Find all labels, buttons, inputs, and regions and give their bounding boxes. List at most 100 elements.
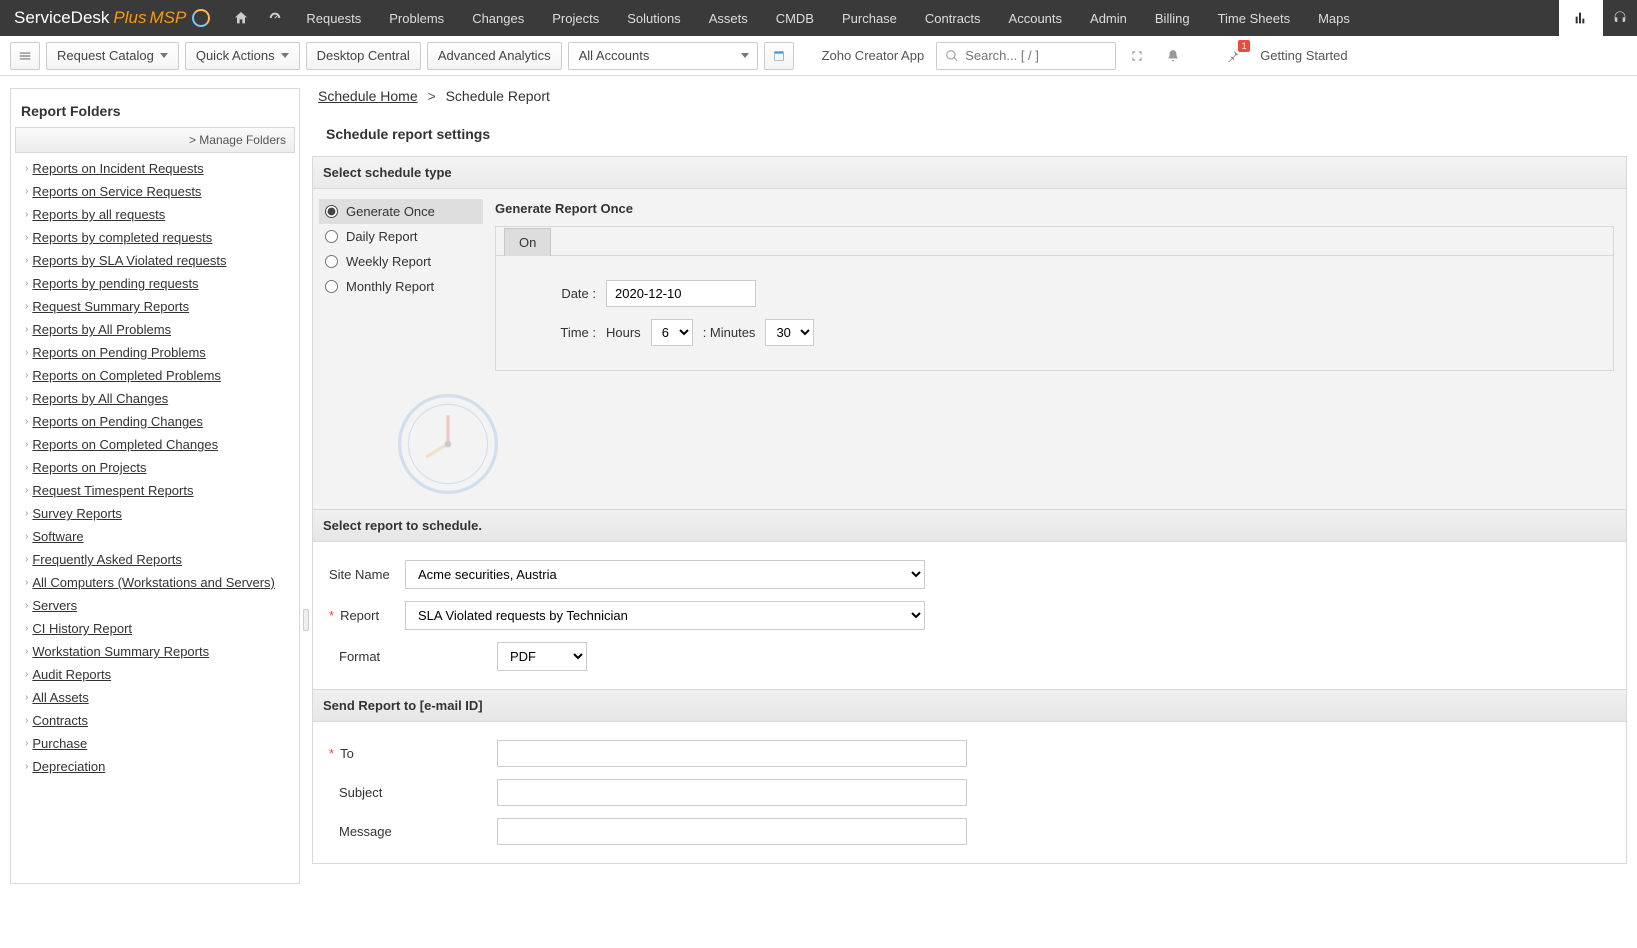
on-tab[interactable]: On: [504, 228, 551, 256]
brand-main: ServiceDesk: [14, 8, 109, 28]
folder-link[interactable]: Reports by pending requests: [32, 276, 198, 291]
chevron-right-icon: ›: [25, 324, 28, 335]
brand-msp: MSP: [150, 8, 187, 28]
split-drag-handle[interactable]: [300, 356, 312, 884]
radio-input[interactable]: [325, 280, 338, 293]
topnav-item-requests[interactable]: Requests: [292, 0, 375, 36]
folder-link[interactable]: All Computers (Workstations and Servers): [32, 575, 275, 590]
folder-item: ›Reports on Completed Problems: [15, 364, 295, 387]
subject-input[interactable]: [497, 779, 967, 806]
folder-link[interactable]: Request Timespent Reports: [32, 483, 193, 498]
zoho-creator-link[interactable]: Zoho Creator App: [816, 48, 931, 63]
schedule-type-radio-weekly-report[interactable]: Weekly Report: [319, 249, 483, 274]
topnav-item-cmdb[interactable]: CMDB: [762, 0, 828, 36]
bell-icon[interactable]: [1158, 42, 1188, 70]
chevron-right-icon: ›: [25, 393, 28, 404]
site-name-select[interactable]: Acme securities, Austria: [405, 560, 925, 589]
folder-link[interactable]: Frequently Asked Reports: [32, 552, 182, 567]
radio-input[interactable]: [325, 255, 338, 268]
folder-item: ›Reports on Pending Problems: [15, 341, 295, 364]
folder-link[interactable]: Reports on Projects: [32, 460, 146, 475]
to-input[interactable]: [497, 740, 967, 767]
manage-folders-button[interactable]: > Manage Folders: [15, 127, 295, 153]
topnav-item-admin[interactable]: Admin: [1076, 0, 1141, 36]
folder-link[interactable]: Audit Reports: [32, 667, 111, 682]
folder-link[interactable]: Contracts: [32, 713, 88, 728]
folder-item: ›Reports by SLA Violated requests: [15, 249, 295, 272]
folder-link[interactable]: Purchase: [32, 736, 87, 751]
scanner-icon[interactable]: [1122, 42, 1152, 70]
message-label: Message: [321, 824, 393, 839]
schedule-type-radio-generate-once[interactable]: Generate Once: [319, 199, 483, 224]
folder-link[interactable]: Reports on Completed Changes: [32, 437, 218, 452]
folder-link[interactable]: CI History Report: [32, 621, 132, 636]
date-input[interactable]: [606, 280, 756, 307]
topnav-item-accounts[interactable]: Accounts: [995, 0, 1076, 36]
dashboard-icon[interactable]: [258, 0, 292, 36]
topnav-item-assets[interactable]: Assets: [695, 0, 762, 36]
topnav-item-purchase[interactable]: Purchase: [828, 0, 911, 36]
folder-link[interactable]: Reports on Completed Problems: [32, 368, 221, 383]
headset-icon[interactable]: [1603, 0, 1637, 36]
chevron-right-icon: ›: [25, 301, 28, 312]
folder-item: ›Contracts: [15, 709, 295, 732]
topnav-item-problems[interactable]: Problems: [375, 0, 458, 36]
message-input[interactable]: [497, 818, 967, 845]
topnav-item-projects[interactable]: Projects: [538, 0, 613, 36]
chevron-right-icon: ›: [25, 738, 28, 749]
folder-link[interactable]: Request Summary Reports: [32, 299, 189, 314]
topnav-item-solutions[interactable]: Solutions: [613, 0, 694, 36]
folder-link[interactable]: Reports on Service Requests: [32, 184, 201, 199]
folder-link[interactable]: Reports by completed requests: [32, 230, 212, 245]
chevron-right-icon: ›: [25, 485, 28, 496]
topnav-item-time-sheets[interactable]: Time Sheets: [1204, 0, 1305, 36]
breadcrumb-home-link[interactable]: Schedule Home: [318, 88, 418, 104]
folder-link[interactable]: Reports by all requests: [32, 207, 165, 222]
topnav-item-billing[interactable]: Billing: [1141, 0, 1204, 36]
calendar-icon-button[interactable]: [764, 42, 794, 70]
subject-label: Subject: [321, 785, 393, 800]
topnav-item-contracts[interactable]: Contracts: [911, 0, 995, 36]
hours-select[interactable]: 6: [651, 319, 693, 346]
pin-icon[interactable]: 1: [1218, 42, 1248, 70]
radio-input[interactable]: [325, 205, 338, 218]
folder-link[interactable]: Depreciation: [32, 759, 105, 774]
desktop-central-button[interactable]: Desktop Central: [306, 42, 421, 70]
radio-input[interactable]: [325, 230, 338, 243]
schedule-type-radio-daily-report[interactable]: Daily Report: [319, 224, 483, 249]
folder-link[interactable]: Workstation Summary Reports: [32, 644, 209, 659]
schedule-type-radio-monthly-report[interactable]: Monthly Report: [319, 274, 483, 299]
reports-tab-icon[interactable]: [1559, 0, 1603, 36]
quick-actions-button[interactable]: Quick Actions: [185, 42, 300, 70]
folder-link[interactable]: Reports by All Changes: [32, 391, 168, 406]
folder-link[interactable]: Software: [32, 529, 83, 544]
folder-link[interactable]: Reports on Pending Problems: [32, 345, 205, 360]
report-select[interactable]: SLA Violated requests by Technician: [405, 601, 925, 630]
format-select[interactable]: PDF: [497, 642, 587, 671]
request-catalog-button[interactable]: Request Catalog: [46, 42, 179, 70]
folder-link[interactable]: Survey Reports: [32, 506, 122, 521]
radio-label: Monthly Report: [346, 279, 434, 294]
chevron-right-icon: ›: [25, 577, 28, 588]
menu-icon-button[interactable]: [10, 42, 40, 70]
folder-link[interactable]: Reports by All Problems: [32, 322, 171, 337]
home-icon[interactable]: [224, 0, 258, 36]
folder-link[interactable]: Reports by SLA Violated requests: [32, 253, 226, 268]
folder-link[interactable]: Servers: [32, 598, 77, 613]
folder-link[interactable]: Reports on Pending Changes: [32, 414, 203, 429]
getting-started-link[interactable]: Getting Started: [1254, 48, 1353, 63]
folder-item: ›Software: [15, 525, 295, 548]
topnav-item-changes[interactable]: Changes: [458, 0, 538, 36]
folder-link[interactable]: All Assets: [32, 690, 88, 705]
accounts-select[interactable]: All Accounts: [568, 42, 758, 70]
chevron-down-icon: [160, 53, 168, 58]
advanced-analytics-button[interactable]: Advanced Analytics: [427, 42, 562, 70]
folder-link[interactable]: Reports on Incident Requests: [32, 161, 203, 176]
search-box[interactable]: [936, 42, 1116, 70]
quick-actions-label: Quick Actions: [196, 48, 275, 63]
search-input[interactable]: [965, 48, 1095, 63]
minutes-select[interactable]: 30: [765, 319, 814, 346]
folder-item: ›Depreciation: [15, 755, 295, 778]
topnav-item-maps[interactable]: Maps: [1304, 0, 1364, 36]
folder-item: › Reports by All Problems: [15, 318, 295, 341]
